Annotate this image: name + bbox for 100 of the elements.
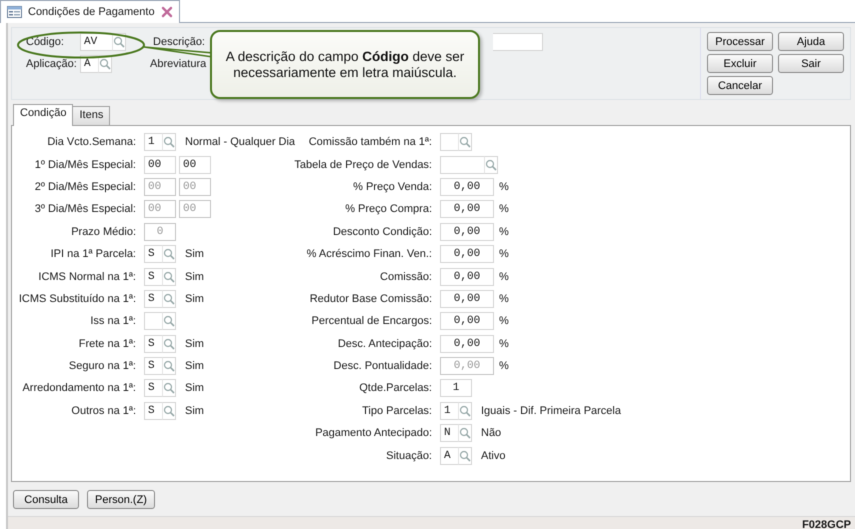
input-field[interactable]: 0,00	[440, 200, 494, 218]
input-field[interactable]: S	[144, 290, 162, 308]
callout-text: A descrição do campo Código deve ser necessariamente em letra maiúscula.	[224, 48, 466, 80]
field-label: IPI na 1ª Parcela:	[50, 248, 136, 260]
input-field[interactable]: 0,00	[440, 334, 494, 353]
field-description: Ativo	[481, 450, 506, 462]
field-label: Prazo Médio:	[70, 226, 136, 238]
input-field[interactable]: 00	[179, 156, 211, 174]
lookup-button[interactable]	[162, 334, 176, 353]
field-description: Sim	[185, 270, 204, 283]
status-code: F028GCP	[802, 519, 851, 529]
tab-title: Condições de Pagamento	[28, 6, 155, 18]
unit-label: %	[499, 315, 509, 328]
input-field[interactable]: N	[440, 424, 458, 442]
search-icon	[163, 270, 175, 283]
lookup-button[interactable]	[458, 424, 472, 442]
push-button[interactable]: Cancelar	[707, 76, 773, 95]
push-button[interactable]: Sair	[778, 54, 844, 73]
input-field[interactable]: S	[144, 379, 162, 398]
search-icon	[459, 450, 471, 462]
push-button[interactable]: Excluir	[707, 54, 773, 73]
unit-label: %	[499, 203, 509, 216]
lookup-button[interactable]	[162, 133, 176, 152]
form-tab[interactable]: Itens	[72, 106, 110, 125]
push-button[interactable]: Processar	[707, 32, 773, 51]
push-button[interactable]: Person.(Z)	[87, 490, 155, 509]
field-label: Desc. Antecipação:	[336, 338, 432, 350]
search-icon	[459, 404, 471, 417]
field-description: Sim	[185, 338, 204, 350]
field-label: Tabela de Preço de Vendas:	[294, 158, 432, 171]
search-icon	[163, 292, 175, 305]
search-icon	[163, 248, 175, 260]
input-field[interactable]: 0,00	[440, 268, 494, 286]
field-label: Situação:	[385, 450, 432, 462]
input-field[interactable]: 1	[144, 133, 162, 152]
search-icon	[163, 136, 175, 148]
form-tab[interactable]: Condição	[13, 104, 74, 126]
search-icon	[163, 338, 175, 350]
search-icon	[113, 36, 125, 48]
field-description: Sim	[185, 292, 204, 305]
field-label: % Preço Compra:	[344, 203, 432, 216]
input-field[interactable]: S	[144, 245, 162, 264]
unit-label: %	[499, 270, 509, 283]
lookup-button[interactable]	[458, 133, 472, 152]
lookup-button[interactable]	[162, 402, 176, 420]
input-field[interactable]: A	[440, 446, 458, 465]
lookup-button[interactable]	[484, 156, 498, 174]
input-field[interactable]: 1	[440, 379, 472, 398]
unit-label: %	[499, 338, 509, 350]
input-field[interactable]: S	[144, 268, 162, 286]
field-description: Sim	[185, 404, 204, 417]
field-label: Comissão:	[379, 270, 432, 283]
input-field[interactable]: S	[144, 334, 162, 353]
lookup-button[interactable]	[458, 402, 472, 420]
lookup-button[interactable]	[162, 357, 176, 376]
field-label: Desconto Condição:	[332, 226, 432, 238]
field-description: Normal - Qualquer Dia	[185, 136, 296, 148]
input-field[interactable]: S	[144, 402, 162, 420]
lookup-button[interactable]	[162, 312, 176, 330]
input-field[interactable]: 0,00	[440, 312, 494, 330]
push-button[interactable]: Consulta	[13, 490, 79, 509]
unit-label: %	[499, 292, 509, 305]
field-label: ICMS Normal na 1ª:	[37, 270, 136, 283]
window-tab[interactable]: Condições de Pagamento	[0, 0, 180, 23]
input-field[interactable]: AV	[80, 33, 112, 51]
push-button[interactable]: Ajuda	[778, 32, 844, 51]
field-label: ICMS Substituído na 1ª:	[18, 292, 136, 305]
input-field[interactable]	[493, 33, 543, 51]
field-label: Arredondamento na 1ª:	[21, 382, 136, 394]
input-field[interactable]: 0,00	[440, 290, 494, 308]
lookup-button[interactable]	[162, 379, 176, 398]
form-icon	[7, 5, 22, 19]
lookup-button[interactable]	[162, 245, 176, 264]
search-icon	[163, 360, 175, 372]
lookup-button[interactable]	[458, 446, 472, 465]
field-label: Percentual de Encargos:	[310, 315, 432, 328]
input-field[interactable]	[144, 312, 162, 330]
input-field[interactable]: 0,00	[440, 178, 494, 196]
field-label: Seguro na 1ª:	[68, 360, 136, 372]
field-description: Iguais - Dif. Primeira Parcela	[481, 404, 621, 417]
input-field[interactable]: 00	[144, 156, 176, 174]
input-field[interactable]	[440, 156, 484, 174]
search-icon	[485, 158, 497, 171]
search-icon	[163, 382, 175, 394]
lookup-button[interactable]	[162, 268, 176, 286]
close-icon[interactable]	[160, 6, 173, 18]
lookup-button[interactable]	[162, 290, 176, 308]
field-label: Iss na 1ª:	[89, 315, 136, 328]
unit-label: %	[499, 248, 509, 260]
input-field[interactable]	[440, 133, 458, 152]
search-icon	[99, 58, 111, 70]
field-label: % Preço Venda:	[352, 180, 432, 193]
input-field[interactable]: 0,00	[440, 245, 494, 264]
input-field[interactable]: 0,00	[440, 222, 494, 241]
input-field[interactable]: S	[144, 357, 162, 376]
field-description: Sim	[185, 382, 204, 394]
unit-label: %	[499, 180, 509, 193]
input-field[interactable]: 1	[440, 402, 458, 420]
field-description: Sim	[185, 360, 204, 372]
field-description: Sim	[185, 248, 204, 260]
